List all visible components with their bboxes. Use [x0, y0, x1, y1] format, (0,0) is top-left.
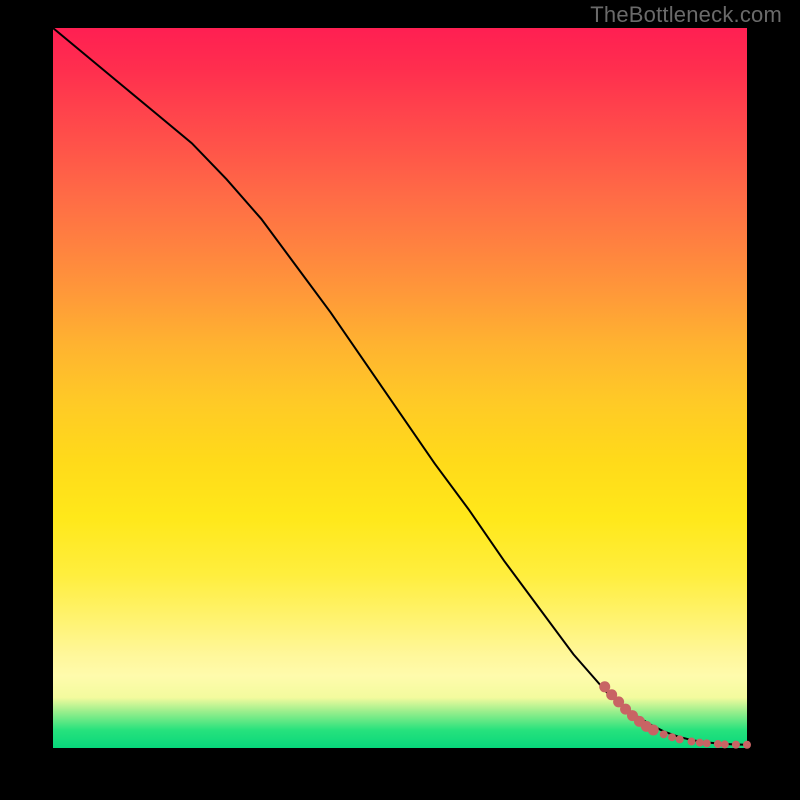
marker-point [732, 741, 740, 749]
bottleneck-curve [53, 28, 747, 745]
marker-point [721, 740, 729, 748]
marker-point [743, 741, 751, 749]
marker-point [676, 735, 684, 743]
marker-point [696, 739, 704, 747]
marker-point [703, 739, 711, 747]
marker-point [687, 738, 695, 746]
marker-point [668, 733, 676, 741]
watermark-text: TheBottleneck.com [590, 2, 782, 28]
marker-point [714, 740, 722, 748]
plot-area [53, 28, 747, 748]
marker-point [648, 725, 659, 736]
marker-point [660, 730, 668, 738]
curve-svg [53, 28, 747, 748]
flat-region-markers [599, 681, 751, 748]
chart-frame: TheBottleneck.com [0, 0, 800, 800]
